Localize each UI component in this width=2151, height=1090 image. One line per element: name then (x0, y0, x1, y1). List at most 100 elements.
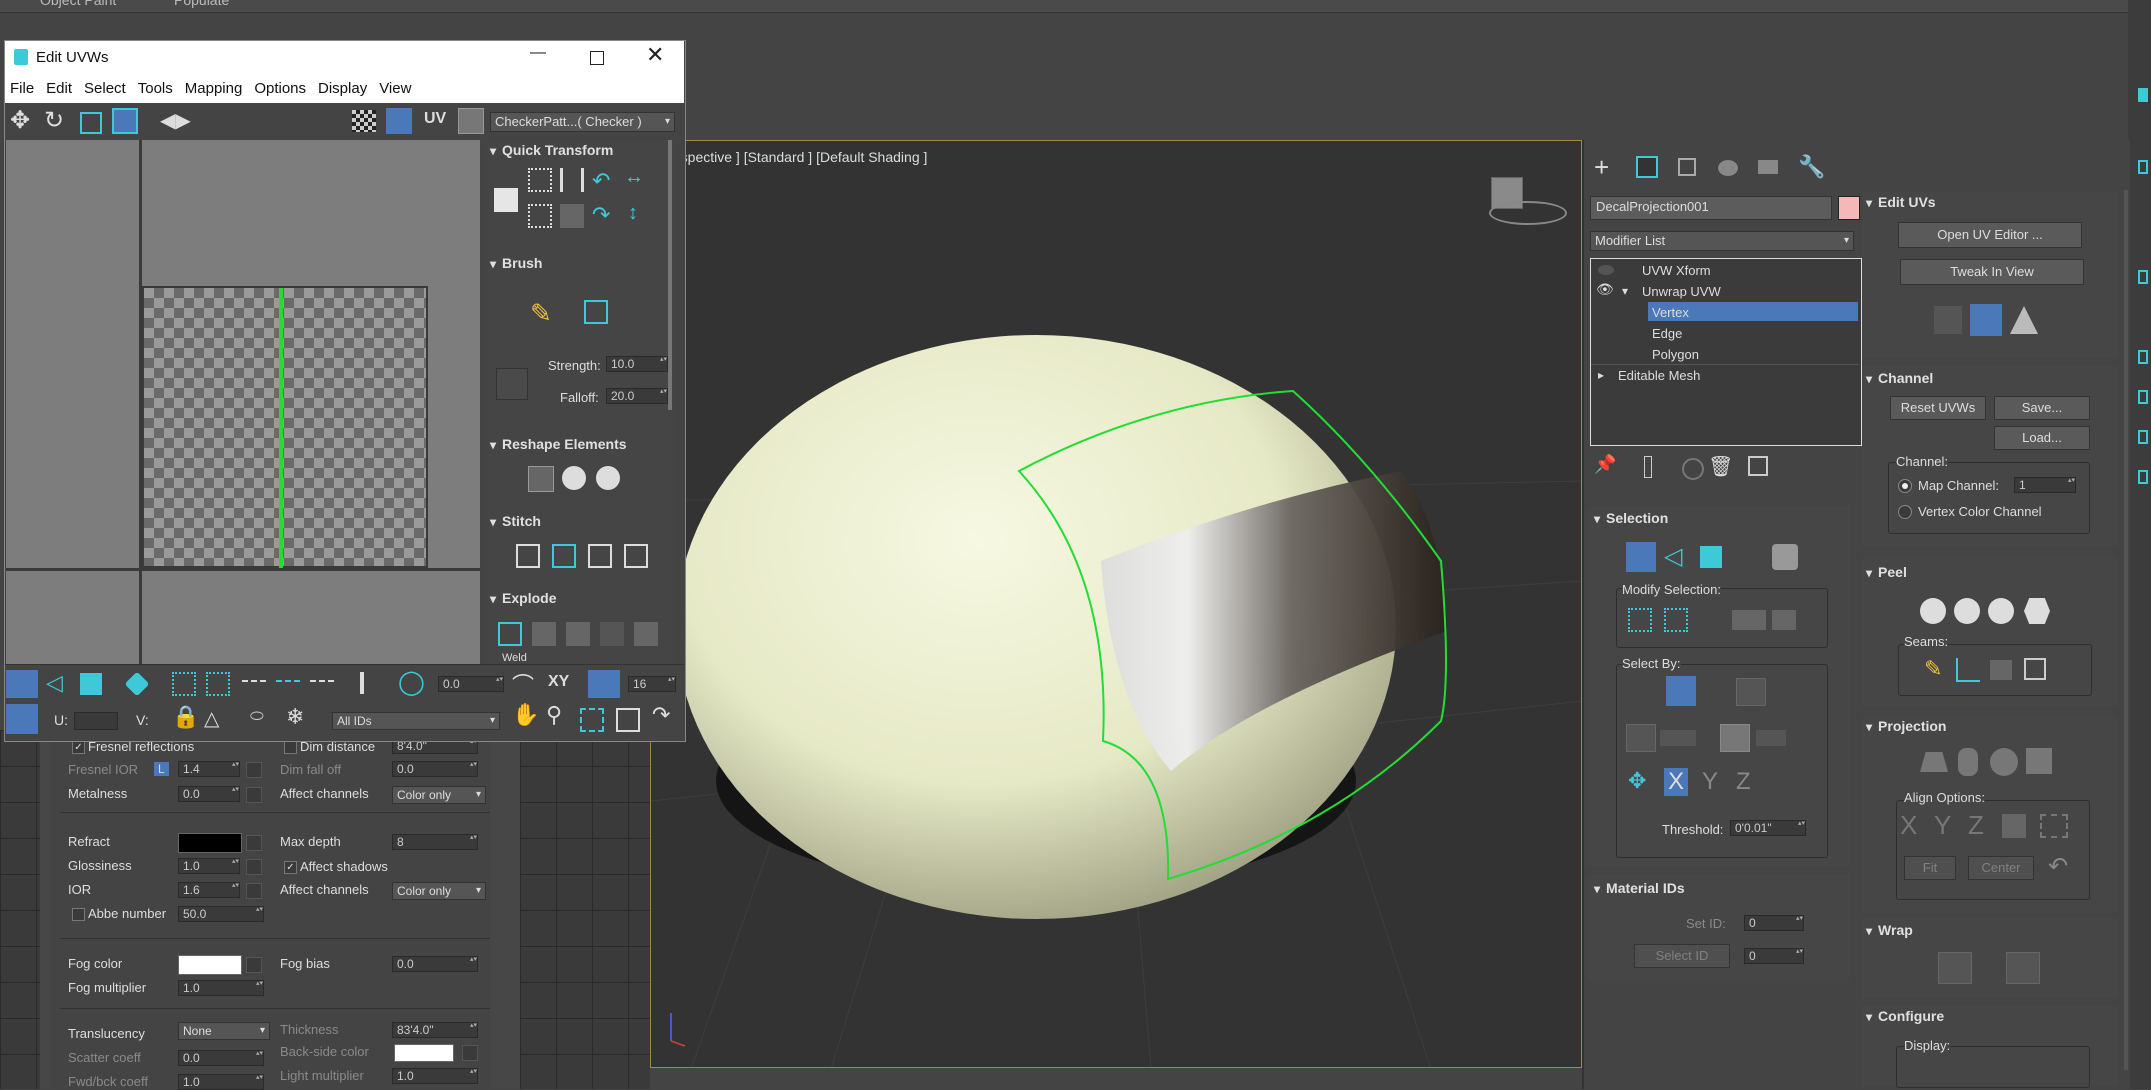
uv-canvas[interactable] (6, 140, 480, 664)
tweak-options-icon[interactable] (1934, 306, 1962, 334)
close-icon[interactable]: ✕ (646, 42, 664, 68)
peel-header[interactable]: Peel (1866, 564, 1907, 580)
motion-tab-icon[interactable] (1718, 160, 1738, 176)
map-slot[interactable] (246, 835, 262, 851)
paint-brush-icon[interactable]: ✎ (530, 298, 552, 329)
display-tab-icon[interactable] (1758, 160, 1778, 174)
stack-item-unwrap-uvw[interactable]: Unwrap UVW (1642, 284, 1721, 299)
remove-modifier-icon[interactable]: 🗑 (1708, 454, 1733, 479)
falloff-value[interactable]: 20.0 (606, 388, 668, 404)
select-by-angle-icon[interactable] (1626, 724, 1656, 752)
load-button[interactable]: Load... (1994, 426, 2090, 450)
select-y-icon[interactable]: Y (1702, 768, 1718, 796)
hierarchy-tab-icon[interactable] (1678, 158, 1696, 176)
grid-snap-icon[interactable] (588, 670, 620, 698)
map-slot[interactable] (246, 787, 262, 803)
abbe-value[interactable]: 50.0 (178, 906, 264, 922)
viewcube-ring-icon[interactable] (1489, 201, 1567, 225)
rotate-cw-icon[interactable]: ↷ (592, 202, 610, 228)
minimize-icon[interactable]: — (530, 44, 546, 62)
edge-mode-icon[interactable]: ◁ (46, 670, 63, 696)
rotate-icon[interactable]: ↻ (44, 106, 64, 135)
pin-stack-icon[interactable]: 📌 (1594, 454, 1616, 475)
snap-icon[interactable]: ↷ (652, 702, 670, 728)
select-by-angle-field[interactable] (1660, 730, 1696, 746)
threshold-value[interactable]: 0'0.01" (1730, 820, 1806, 836)
refract-color-swatch[interactable] (178, 833, 242, 853)
rotate-value[interactable]: 0.0 (438, 676, 504, 692)
right-strip-icon[interactable] (2138, 430, 2148, 444)
straighten-icon[interactable] (528, 466, 554, 492)
isolate-icon[interactable]: △ (204, 706, 219, 731)
explode-header[interactable]: Explode (490, 590, 556, 606)
fresnel-ior-lock[interactable]: L (154, 762, 169, 776)
freeze-icon[interactable]: ❄ (286, 704, 304, 730)
show-end-result-icon[interactable] (1644, 456, 1652, 478)
make-unique-icon[interactable] (1682, 458, 1704, 480)
fog-bias-value[interactable]: 0.0 (392, 956, 478, 972)
point-to-point-seam-icon[interactable] (1956, 658, 1980, 682)
checker-dropdown[interactable]: CheckerPatt...( Checker ) (490, 112, 675, 132)
menu-options[interactable]: Options (254, 80, 306, 97)
move-icon[interactable]: ✥ (10, 106, 30, 135)
ring-icon[interactable] (276, 680, 300, 690)
open-uv-editor-button[interactable]: Open UV Editor ... (1898, 222, 2082, 248)
align-x-icon[interactable]: X (1900, 810, 1917, 841)
glossiness-value[interactable]: 1.0 (178, 858, 240, 874)
vertex-select-icon[interactable] (1626, 542, 1656, 572)
align-horizontal-icon[interactable] (528, 168, 552, 192)
stack-item-polygon[interactable]: Polygon (1652, 347, 1699, 362)
reset-peel-icon[interactable] (2024, 598, 2050, 624)
xy-label[interactable]: XY (548, 673, 569, 691)
soft-select-bar-icon[interactable] (360, 672, 364, 694)
map-slot[interactable] (246, 957, 262, 973)
stack-item-editable-mesh[interactable]: Editable Mesh (1618, 368, 1700, 383)
edge-select-icon[interactable]: ◁ (1664, 542, 1682, 571)
translucency-dropdown[interactable]: None (178, 1022, 270, 1040)
shrink-icon[interactable] (1664, 608, 1688, 632)
stack-expand-icon[interactable]: ▸ (1598, 368, 1604, 382)
perspective-viewport[interactable]: [Perspective ] [Standard ] [Default Shad… (650, 140, 1582, 1068)
best-align-icon[interactable] (2002, 814, 2026, 838)
select-by-planar-icon[interactable] (1720, 724, 1750, 752)
save-button[interactable]: Save... (1994, 396, 2090, 420)
point-to-point-icon[interactable] (310, 680, 334, 690)
select-by-element-icon[interactable] (1666, 676, 1696, 706)
backside-color-swatch[interactable] (394, 1044, 454, 1062)
brush-header[interactable]: Brush (490, 255, 542, 271)
rollout-scroll[interactable] (668, 140, 672, 410)
relax-settings-icon[interactable] (596, 466, 620, 490)
modify-tab-icon[interactable] (1636, 156, 1658, 178)
lock-icon[interactable]: 🔒 (172, 704, 199, 730)
u-value-field[interactable] (74, 712, 118, 730)
menu-tools[interactable]: Tools (138, 80, 173, 97)
dim-falloff-value[interactable]: 0.0 (392, 761, 478, 777)
configure-header[interactable]: Configure (1866, 1008, 1944, 1024)
map-slot[interactable] (462, 1045, 478, 1061)
object-paint-tab[interactable]: Object Paint (40, 0, 116, 8)
quick-peel-icon[interactable] (1920, 598, 1946, 624)
flatten-by-polygon-icon[interactable] (566, 622, 590, 646)
element-select-icon[interactable] (1772, 544, 1798, 570)
convert-edges-icon[interactable] (1990, 660, 2012, 680)
grid-size-value[interactable]: 16 (628, 676, 676, 692)
stitch-average-icon[interactable] (588, 544, 612, 568)
right-strip-icon[interactable] (2138, 88, 2148, 102)
dim-distance-checkbox[interactable] (284, 741, 297, 754)
populate-tab[interactable]: Populate (174, 0, 229, 8)
polygon-select-icon[interactable] (1700, 546, 1722, 568)
tweak-in-view-button[interactable]: Tweak In View (1900, 259, 2084, 285)
fit-button[interactable]: Fit (1904, 856, 1956, 880)
set-id-value[interactable]: 0 (1744, 915, 1804, 931)
space-horizontal-icon[interactable]: ↔ (624, 166, 644, 189)
hide-icon[interactable]: ⬭ (250, 708, 264, 726)
map-slot[interactable] (246, 762, 262, 778)
loop-select-icon[interactable] (1732, 610, 1766, 630)
zoom-extents-icon[interactable] (616, 708, 640, 732)
stack-eye-icon[interactable]: 👁 (1596, 281, 1614, 298)
mirror-icon[interactable]: ◀▶ (160, 108, 191, 133)
freeform-icon[interactable] (112, 108, 138, 134)
map-slot[interactable] (246, 883, 262, 899)
selection-header[interactable]: Selection (1594, 510, 1668, 526)
object-color-swatch[interactable] (1838, 196, 1860, 220)
